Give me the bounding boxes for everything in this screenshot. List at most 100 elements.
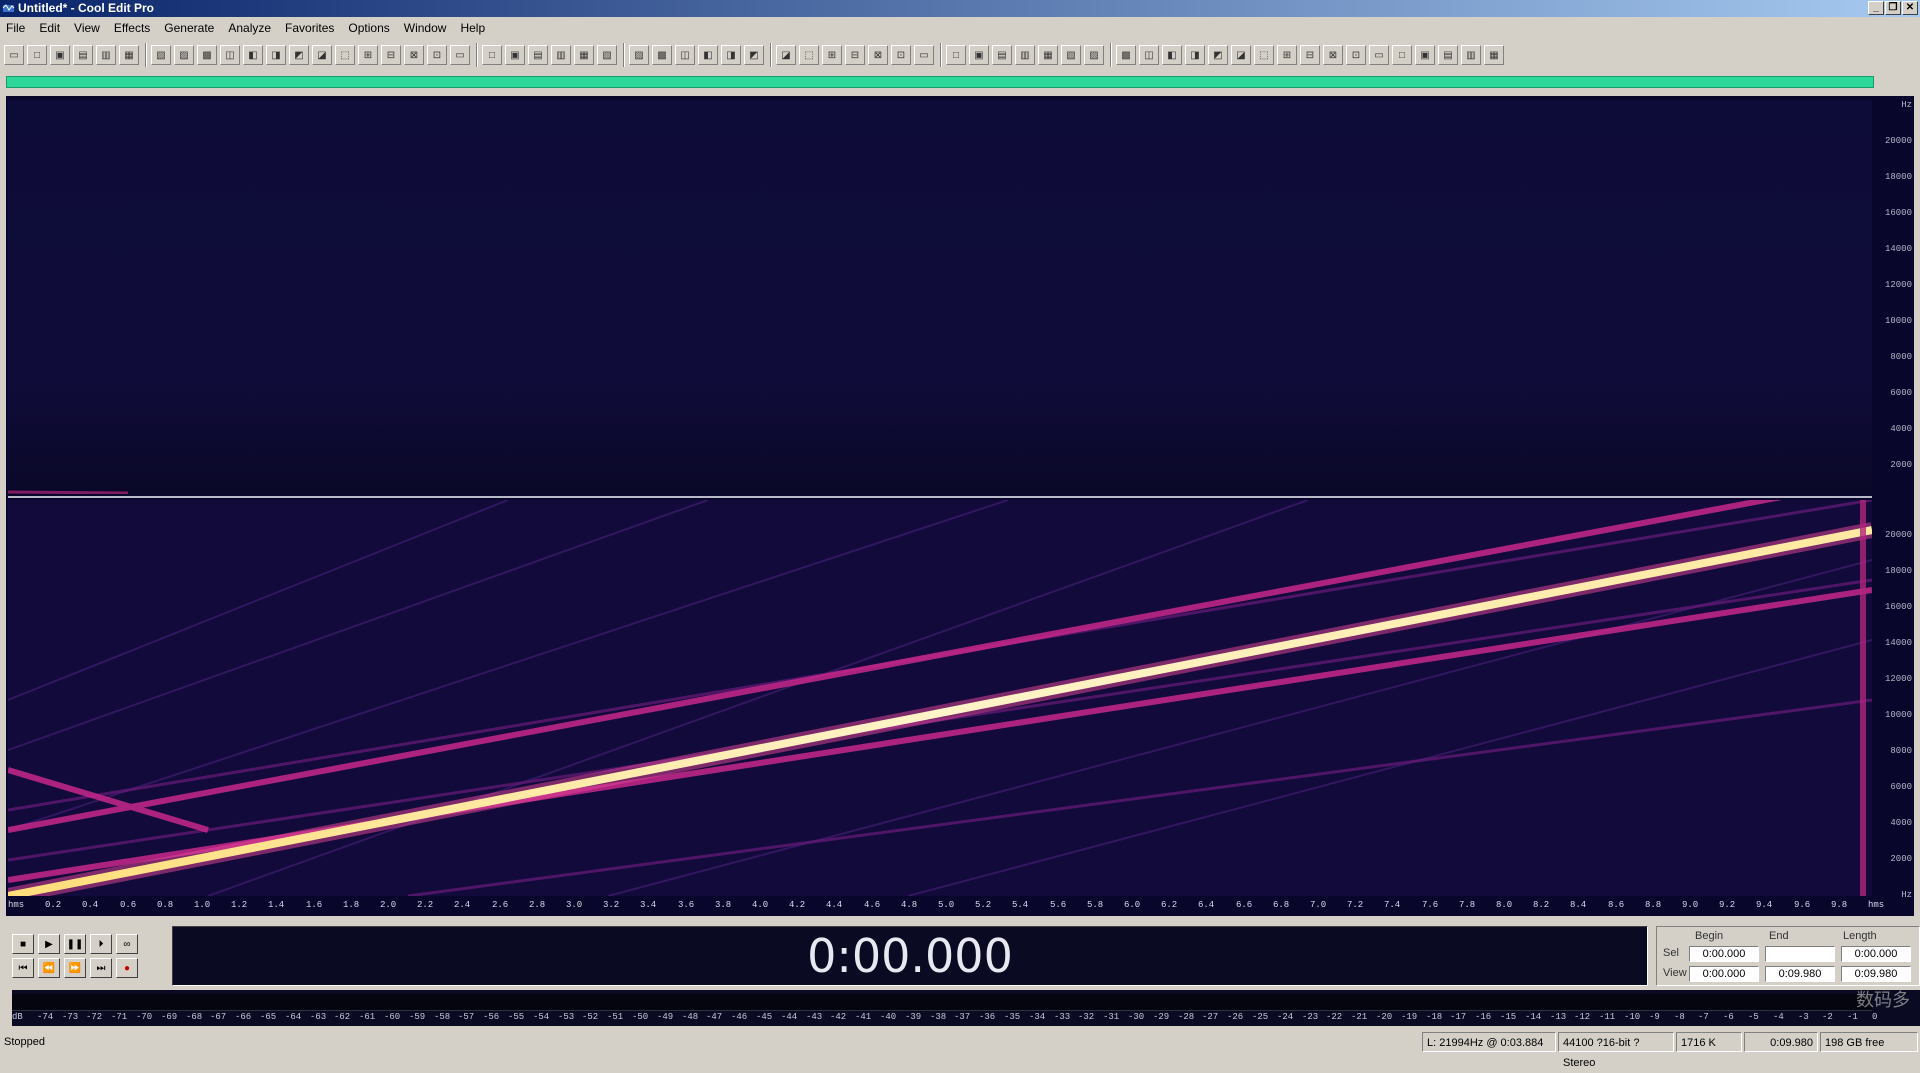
- view-begin-field[interactable]: 0:00.000: [1689, 966, 1759, 982]
- menu-help[interactable]: Help: [460, 21, 485, 35]
- amplify-button[interactable]: ▭: [914, 45, 934, 65]
- curve-button[interactable]: □: [1392, 45, 1412, 65]
- graphic-eq-button[interactable]: ◧: [1162, 45, 1182, 65]
- menu-window[interactable]: Window: [404, 21, 447, 35]
- time-button[interactable]: ▥: [551, 45, 571, 65]
- trim-button[interactable]: ◨: [266, 45, 286, 65]
- go-to-start-button[interactable]: ⏮: [12, 958, 34, 978]
- save-as-button[interactable]: ▥: [96, 45, 116, 65]
- silence-button[interactable]: ▦: [1484, 45, 1504, 65]
- sel-length-field[interactable]: 0:00.000: [1841, 946, 1911, 962]
- spectral-view-button[interactable]: ⬚: [799, 45, 819, 65]
- tempo-button[interactable]: ▦: [574, 45, 594, 65]
- restore-button[interactable]: ❐: [1885, 1, 1901, 15]
- notch-button[interactable]: ◨: [1185, 45, 1205, 65]
- marker-button[interactable]: □: [482, 45, 502, 65]
- chorus-button[interactable]: ▧: [1061, 45, 1081, 65]
- go-to-end-button[interactable]: ⏭: [90, 958, 112, 978]
- sweep-button[interactable]: ◪: [1231, 45, 1251, 65]
- new-button[interactable]: □: [27, 45, 47, 65]
- noise-gen-button[interactable]: ▥: [1461, 45, 1481, 65]
- tone-button[interactable]: ▭: [1369, 45, 1389, 65]
- analysis-button[interactable]: ⊠: [1323, 45, 1343, 65]
- brickwall-button[interactable]: ▩: [1116, 45, 1136, 65]
- menu-file[interactable]: File: [6, 21, 25, 35]
- display-button[interactable]: ▭: [450, 45, 470, 65]
- channel-right-spectrogram[interactable]: [8, 500, 1872, 896]
- zoom-button[interactable]: ◪: [312, 45, 332, 65]
- grid-button[interactable]: ▧: [597, 45, 617, 65]
- noise-button[interactable]: ▨: [1084, 45, 1104, 65]
- menu-view[interactable]: View: [74, 21, 100, 35]
- sine-button[interactable]: ⊡: [1346, 45, 1366, 65]
- envelope-button[interactable]: □: [946, 45, 966, 65]
- spectral-view[interactable]: Hz 20000 18000 16000 14000 12000 10000 8000 6000…: [6, 96, 1914, 916]
- curve-icon: □: [1398, 49, 1406, 61]
- menu-favorites[interactable]: Favorites: [285, 21, 334, 35]
- time-tick-label: 9.6: [1794, 900, 1811, 910]
- mark-button[interactable]: ▤: [528, 45, 548, 65]
- waveform-overview-bar[interactable]: [6, 76, 1874, 88]
- pitch-bend-button[interactable]: ▣: [1415, 45, 1435, 65]
- parametric-button[interactable]: ◩: [1208, 45, 1228, 65]
- view-button[interactable]: ▩: [652, 45, 672, 65]
- record-button[interactable]: ●: [116, 958, 138, 978]
- sel-end-field[interactable]: [1765, 946, 1835, 962]
- channel-left-spectrogram[interactable]: [7, 100, 1872, 495]
- undo-button[interactable]: ▧: [151, 45, 171, 65]
- menu-edit[interactable]: Edit: [39, 21, 60, 35]
- play-button[interactable]: ▶: [38, 934, 60, 954]
- help-button[interactable]: ◨: [721, 45, 741, 65]
- sel-begin-field[interactable]: 0:00.000: [1689, 946, 1759, 962]
- filter-button[interactable]: ▦: [1038, 45, 1058, 65]
- wave-spectral-toggle-button[interactable]: ▭: [4, 45, 24, 65]
- rewind-button[interactable]: ⏪: [38, 958, 60, 978]
- snap-button[interactable]: ◫: [675, 45, 695, 65]
- loop-button[interactable]: ∞: [116, 934, 138, 954]
- cue-button[interactable]: ◩: [744, 45, 764, 65]
- select-button[interactable]: ⬚: [335, 45, 355, 65]
- view-end-field[interactable]: 0:09.980: [1765, 966, 1835, 982]
- close-button[interactable]: ✕: [1902, 1, 1918, 15]
- loop-button[interactable]: ⊟: [381, 45, 401, 65]
- dtmf-button[interactable]: ▤: [1438, 45, 1458, 65]
- redo-button[interactable]: ▨: [174, 45, 194, 65]
- open-button[interactable]: ▣: [50, 45, 70, 65]
- meter-button[interactable]: ▨: [629, 45, 649, 65]
- compress-button[interactable]: ◫: [1139, 45, 1159, 65]
- view-length-field[interactable]: 0:09.980: [1841, 966, 1911, 982]
- pause-button[interactable]: ❚❚: [64, 934, 86, 954]
- effects-button[interactable]: ⊞: [822, 45, 842, 65]
- save-button[interactable]: ▤: [73, 45, 93, 65]
- menu-effects[interactable]: Effects: [114, 21, 150, 35]
- echo-button[interactable]: ▤: [992, 45, 1012, 65]
- menu-options[interactable]: Options: [348, 21, 389, 35]
- channel-divider[interactable]: [8, 496, 1872, 498]
- stretch-button[interactable]: ⬚: [1254, 45, 1274, 65]
- normalize-button[interactable]: ⊟: [845, 45, 865, 65]
- reverb-button[interactable]: ▥: [1015, 45, 1035, 65]
- mix-paste-button[interactable]: ◩: [289, 45, 309, 65]
- copy-new-button[interactable]: ◫: [220, 45, 240, 65]
- close-button[interactable]: ▦: [119, 45, 139, 65]
- minimize-button[interactable]: _: [1868, 1, 1884, 15]
- scrub-button[interactable]: ⊞: [358, 45, 378, 65]
- fast-forward-button[interactable]: ⏩: [64, 958, 86, 978]
- stop-button[interactable]: ■: [12, 934, 34, 954]
- time-ruler[interactable]: hms 0.2 0.4 0.6 0.8 1.0 1.2 1.4 1.6 1.8 2.0 2.2 2.4 2…: [8, 900, 1884, 916]
- menu-generate[interactable]: Generate: [164, 21, 214, 35]
- cut-tool-button[interactable]: ▩: [197, 45, 217, 65]
- delay-button[interactable]: ▣: [969, 45, 989, 65]
- pan-button[interactable]: ▣: [505, 45, 525, 65]
- reverse-button[interactable]: ⊡: [891, 45, 911, 65]
- batch-button[interactable]: ⊞: [1277, 45, 1297, 65]
- spectral-button[interactable]: ⊠: [404, 45, 424, 65]
- frequency-button[interactable]: ⊡: [427, 45, 447, 65]
- pitch-button[interactable]: ◪: [776, 45, 796, 65]
- dock-button[interactable]: ◧: [698, 45, 718, 65]
- menu-analyze[interactable]: Analyze: [228, 21, 271, 35]
- fade-button[interactable]: ⊠: [868, 45, 888, 65]
- scripts-button[interactable]: ⊟: [1300, 45, 1320, 65]
- paste-button[interactable]: ◧: [243, 45, 263, 65]
- play-to-end-button[interactable]: ⏵: [90, 934, 112, 954]
